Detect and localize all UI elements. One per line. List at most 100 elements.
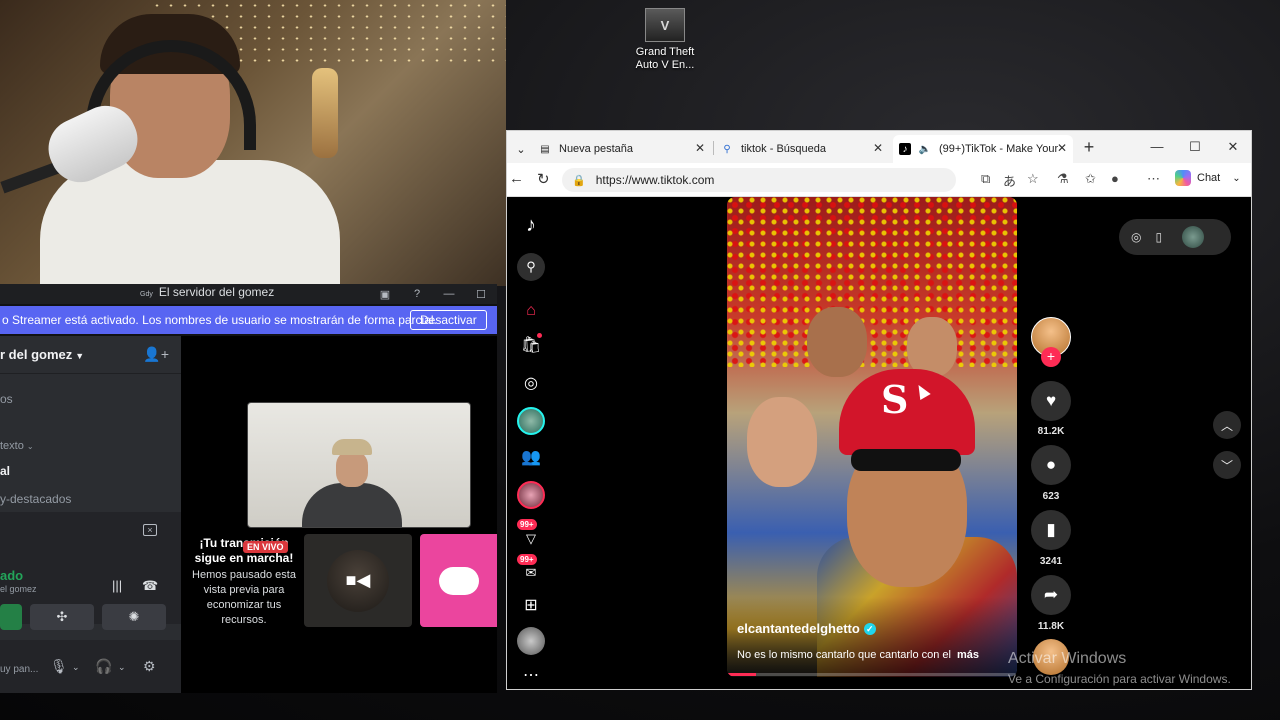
maximize-icon[interactable]: ☐ (465, 284, 497, 304)
activity-icon[interactable]: ▽ (517, 525, 545, 553)
streamer-mode-banner: o Streamer está activado. Los nombres de… (0, 306, 497, 334)
back-icon[interactable]: ← (509, 170, 524, 187)
profile-avatar-icon[interactable] (1182, 226, 1205, 248)
edge-browser-window: ⌄ ▤ Nueva pestaña ✕ ⚲ tiktok - Búsqueda ✕ ♪ 🔈… (506, 130, 1252, 690)
save-button[interactable]: ▮ (1031, 510, 1071, 550)
category-text-channels[interactable]: texto ⌄ (0, 440, 34, 452)
channel-item-general[interactable]: al (0, 464, 10, 478)
tab-label: (99+)TikTok - Make Your (939, 143, 1059, 155)
disconnect-icon[interactable]: ☎ (142, 578, 158, 594)
close-window-button[interactable]: ✕ (1213, 135, 1251, 159)
gta-v-shortcut[interactable]: V Grand Theft Auto V En... (632, 8, 698, 72)
more-menu-icon[interactable]: ⋯ (1147, 171, 1160, 187)
favorites-icon[interactable]: ✩ (1085, 171, 1096, 187)
next-video-button[interactable]: ﹀ (1213, 451, 1241, 479)
activities-button[interactable]: ✣ (30, 604, 94, 630)
participant-discord-tile[interactable] (420, 534, 497, 627)
channel-item[interactable]: os (0, 392, 13, 406)
headphones-icon[interactable]: 🎧 (95, 658, 112, 675)
help-icon[interactable]: ? (401, 284, 433, 304)
address-bar[interactable]: 🔒 https://www.tiktok.com (562, 168, 956, 192)
verified-badge-icon: ✓ (863, 623, 876, 635)
bookmark-icon: ▮ (1046, 520, 1056, 539)
participant-camera-tile[interactable]: ■◀ (304, 534, 412, 627)
extensions-icon[interactable]: ⚗ (1057, 171, 1069, 187)
new-tab-button[interactable]: + (1069, 135, 1109, 159)
lock-icon: 🔒 (572, 174, 586, 187)
tab-strip: ⌄ ▤ Nueva pestaña ✕ ⚲ tiktok - Búsqueda ✕ ♪ 🔈… (507, 131, 1251, 163)
open-in-app-icon[interactable]: ⧉ (981, 171, 990, 187)
minimize-icon[interactable]: — (433, 284, 465, 304)
messages-icon[interactable]: ✉ (517, 559, 545, 587)
video-player[interactable]: S elcantantedelghetto ✓ No es lo mismo ca… (727, 197, 1017, 677)
user-panel: uy pan... 🎙 ⌄ 🎧 ⌄ ⚙ (0, 640, 181, 693)
participant-video-tile[interactable] (247, 402, 471, 528)
friends-icon[interactable]: 👥 (517, 443, 545, 471)
translate-icon[interactable]: あ (1003, 171, 1016, 190)
explore-compass-icon[interactable]: ◎ (517, 369, 545, 397)
video-author[interactable]: elcantantedelghetto ✓ (737, 621, 876, 636)
like-button[interactable]: ♥ (1031, 381, 1071, 421)
video-progress-bar[interactable] (727, 673, 1017, 676)
favorite-star-icon[interactable]: ☆ (1027, 171, 1039, 187)
close-tab-icon[interactable]: ✕ (695, 141, 705, 155)
participant-avatar: ■◀ (327, 549, 389, 612)
tiktok-icon: ♪ (899, 143, 911, 155)
windows-activation-watermark: Activar Windows Ve a Configuración para … (1008, 650, 1231, 686)
tab-tiktok[interactable]: ♪ 🔈 (99+)TikTok - Make Your ✕ (893, 135, 1073, 163)
streamer-mode-text: o Streamer está activado. Los nombres de… (2, 313, 437, 327)
soundboard-icon: ✺ (128, 609, 140, 624)
noise-suppression-icon[interactable]: ||| (112, 578, 122, 593)
minimize-button[interactable]: — (1137, 135, 1177, 159)
webcam-overlay (0, 0, 506, 286)
voice-channel-name: el gomez (0, 584, 37, 594)
more-icon[interactable]: ⋯ (517, 661, 545, 689)
autoscroll-icon[interactable]: ◎ (1131, 230, 1141, 244)
microphone-icon[interactable]: 🎙 (50, 658, 68, 675)
tab-actions-menu[interactable]: ⌄ (511, 135, 531, 163)
disable-streamer-button[interactable]: Desactivar (410, 310, 487, 330)
desktop: V Grand Theft Auto V En... Gdy El servido… (0, 0, 1280, 720)
video-person (807, 307, 867, 377)
home-icon[interactable]: ⌂ (517, 297, 545, 325)
lamp (312, 68, 338, 158)
comment-button[interactable]: ● (1031, 445, 1071, 485)
previous-video-button[interactable]: ︿ (1213, 411, 1241, 439)
tab-new-tab[interactable]: ▤ Nueva pestaña ✕ (535, 135, 711, 163)
refresh-icon[interactable]: ↻ (537, 170, 550, 188)
close-tab-icon[interactable]: ✕ (873, 141, 883, 155)
profile-avatar-icon[interactable]: ● (1111, 171, 1119, 186)
chevron-down-icon[interactable]: ⌄ (72, 662, 80, 673)
inbox-icon[interactable]: ▣ (369, 284, 401, 304)
chevron-down-icon[interactable]: ⌄ (118, 662, 126, 673)
live-avatar[interactable] (517, 481, 545, 509)
cap-logo: S (881, 377, 909, 422)
share-button[interactable]: ➦ (1031, 575, 1071, 615)
maximize-button[interactable]: ☐ (1175, 135, 1215, 159)
more-link[interactable]: más (957, 649, 979, 661)
discord-window: Gdy El servidor del gomez ▣ ? — ☐ o Strea… (0, 284, 497, 693)
discord-window-title: Gdy El servidor del gomez (140, 285, 275, 299)
following-avatar[interactable] (517, 407, 545, 435)
tiktok-logo-icon[interactable]: ♪ (517, 211, 545, 239)
channel-item-highlights[interactable]: y-destacados (0, 492, 71, 506)
discord-sidebar: r del gomez ▼ 👤+ os texto ⌄ al y-destacad… (0, 336, 181, 693)
settings-gear-icon[interactable]: ⚙ (143, 658, 156, 675)
copilot-chat-button[interactable]: Chat ⌄ (1175, 170, 1241, 186)
browser-toolbar: ← ↻ 🔒 https://www.tiktok.com ⧉ あ ☆ ⚗ ✩ ●… (507, 163, 1251, 197)
url-text: https://www.tiktok.com (595, 173, 715, 187)
gta-v-shortcut-label: Grand Theft Auto V En... (635, 46, 695, 71)
invite-people-icon[interactable]: 👤+ (143, 346, 169, 363)
upload-icon[interactable]: ⊞ (517, 591, 545, 619)
share-count: 11.8K (1037, 621, 1065, 632)
server-header[interactable]: r del gomez ▼ 👤+ (0, 336, 181, 374)
phone-icon[interactable]: ▯ (1155, 230, 1162, 244)
close-tab-icon[interactable]: ✕ (1057, 141, 1067, 155)
follow-button[interactable]: + (1041, 347, 1061, 367)
camera-button[interactable] (0, 604, 22, 630)
close-panel-icon[interactable]: × (143, 524, 157, 536)
profile-avatar[interactable] (517, 627, 545, 655)
search-icon[interactable]: ⚲ (517, 253, 545, 281)
tab-bing-search[interactable]: ⚲ tiktok - Búsqueda ✕ (717, 135, 889, 163)
soundboard-button[interactable]: ✺ (102, 604, 166, 630)
